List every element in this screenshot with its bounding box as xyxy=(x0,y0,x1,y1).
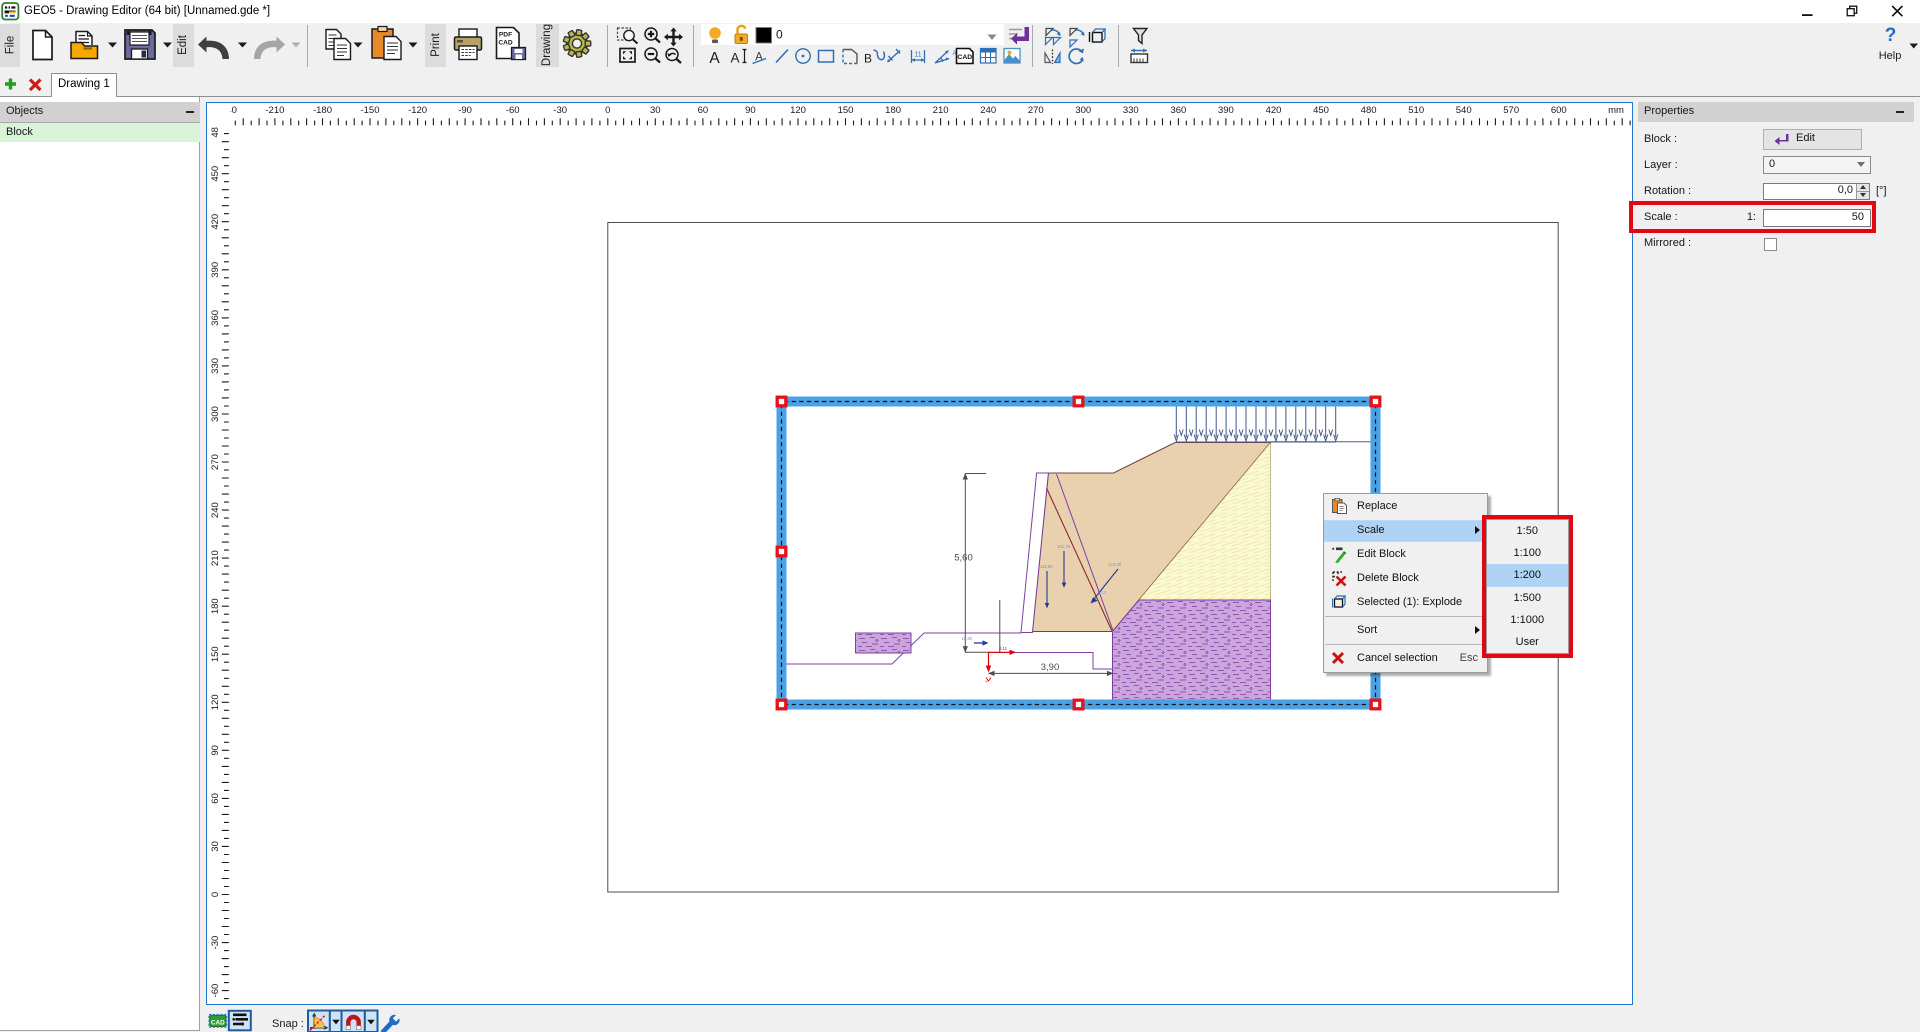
svg-text:-120: -120 xyxy=(408,105,427,116)
svg-text:180: 180 xyxy=(210,598,221,614)
svg-text:30: 30 xyxy=(210,841,221,852)
svg-text:16,30: 16,30 xyxy=(961,636,972,641)
svg-text:Help: Help xyxy=(1879,50,1902,62)
svg-text:B: B xyxy=(864,52,872,66)
svg-text:CAD: CAD xyxy=(498,40,513,47)
svg-text:CAD: CAD xyxy=(957,54,972,61)
svg-text:0: 0 xyxy=(605,105,610,116)
svg-text:30: 30 xyxy=(650,105,661,116)
svg-text:90: 90 xyxy=(210,745,221,756)
svg-text:A: A xyxy=(730,51,739,66)
svg-text:-150: -150 xyxy=(360,105,379,116)
svg-text:240: 240 xyxy=(210,502,221,518)
svg-text:150: 150 xyxy=(210,646,221,662)
svg-text:CAD: CAD xyxy=(211,1020,225,1027)
svg-text:120: 120 xyxy=(210,694,221,710)
svg-text:101,76: 101,76 xyxy=(1057,544,1071,549)
svg-text:180: 180 xyxy=(885,105,901,116)
svg-text:-90: -90 xyxy=(458,105,472,116)
svg-text:Snap :: Snap : xyxy=(272,1018,304,1030)
svg-text:210: 210 xyxy=(933,105,949,116)
svg-text:-60: -60 xyxy=(506,105,520,116)
svg-text:60: 60 xyxy=(698,105,709,116)
svg-text:-210: -210 xyxy=(265,105,284,116)
svg-text:330: 330 xyxy=(210,358,221,374)
svg-text:3,90: 3,90 xyxy=(1041,662,1060,673)
svg-text:300: 300 xyxy=(1075,105,1091,116)
svg-text:5,60: 5,60 xyxy=(954,553,973,564)
svg-text:330: 330 xyxy=(1123,105,1139,116)
svg-text:420: 420 xyxy=(210,214,221,230)
svg-text:150: 150 xyxy=(838,105,854,116)
svg-text:240: 240 xyxy=(980,105,996,116)
svg-text:PDF: PDF xyxy=(499,32,512,39)
svg-text:-60: -60 xyxy=(210,984,221,998)
svg-text:390: 390 xyxy=(210,262,221,278)
svg-text:-30: -30 xyxy=(553,105,567,116)
svg-text:450: 450 xyxy=(1313,105,1329,116)
svg-text:600: 600 xyxy=(1551,105,1567,116)
svg-text:60: 60 xyxy=(210,793,221,804)
svg-text:540: 540 xyxy=(1456,105,1472,116)
svg-text:510: 510 xyxy=(1408,105,1424,116)
svg-text:570: 570 xyxy=(1503,105,1519,116)
svg-text:48: 48 xyxy=(210,127,221,138)
svg-text:270: 270 xyxy=(1028,105,1044,116)
svg-text:?: ? xyxy=(1885,25,1897,46)
svg-text:A: A xyxy=(709,50,720,67)
svg-text:450: 450 xyxy=(210,166,221,182)
svg-text:360: 360 xyxy=(210,310,221,326)
svg-text:390: 390 xyxy=(1218,105,1234,116)
svg-text:300: 300 xyxy=(210,406,221,422)
svg-text:95,3: 95,3 xyxy=(1098,590,1107,595)
svg-text:173,00: 173,00 xyxy=(1108,562,1122,567)
svg-text:120: 120 xyxy=(790,105,806,116)
svg-text:11: 11 xyxy=(914,52,921,59)
svg-text:360: 360 xyxy=(1170,105,1186,116)
svg-text:112,80: 112,80 xyxy=(1040,564,1053,569)
svg-text:270: 270 xyxy=(210,454,221,470)
svg-text:420: 420 xyxy=(1266,105,1282,116)
svg-text:0: 0 xyxy=(776,28,783,42)
svg-text:-180: -180 xyxy=(313,105,332,116)
svg-text:210: 210 xyxy=(210,550,221,566)
svg-text:480: 480 xyxy=(1361,105,1377,116)
svg-text:-240: -240 xyxy=(218,105,237,116)
svg-text:2,11: 2,11 xyxy=(999,646,1008,651)
svg-text:mm: mm xyxy=(1608,105,1624,116)
svg-text:0: 0 xyxy=(210,892,221,897)
svg-text:-30: -30 xyxy=(210,936,221,950)
svg-text:90: 90 xyxy=(745,105,756,116)
